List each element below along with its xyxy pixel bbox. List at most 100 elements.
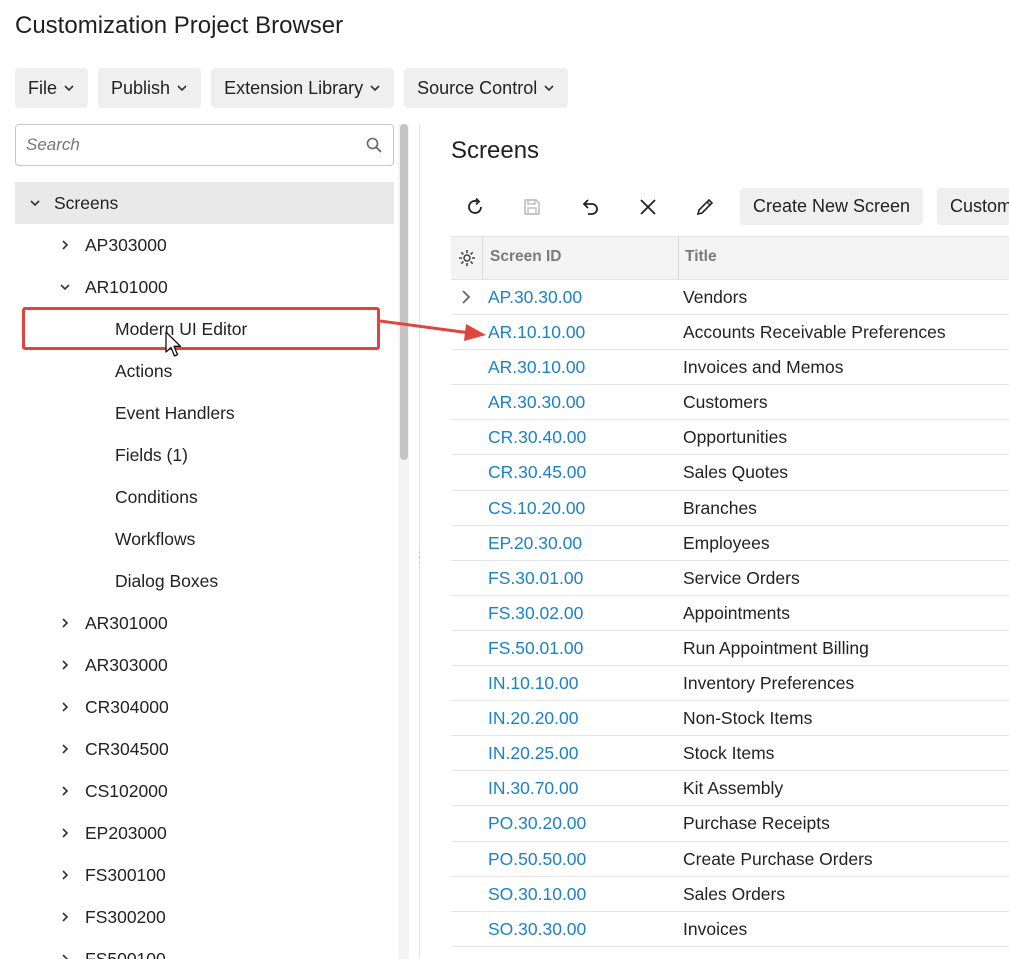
tree-node-label: FS300100 <box>85 864 166 885</box>
source-control-menu-button[interactable]: Source Control <box>404 68 569 108</box>
tree-node-cr304000[interactable]: CR304000 <box>15 686 394 728</box>
screen-title: Opportunities <box>683 427 788 448</box>
screen-id-link[interactable]: AP.30.30.00 <box>488 287 582 308</box>
extension-library-menu-label: Extension Library <box>224 77 364 98</box>
chevron-right-icon[interactable] <box>58 742 72 756</box>
screen-id-link[interactable]: PO.50.50.00 <box>488 849 586 870</box>
tree-node-ar303000[interactable]: AR303000 <box>15 644 394 686</box>
search-input[interactable] <box>26 135 365 155</box>
tree-node-ar101000[interactable]: AR101000 <box>15 266 394 308</box>
screen-id-link[interactable]: SO.30.30.00 <box>488 919 586 940</box>
table-row[interactable]: CR.30.40.00 Opportunities <box>451 420 1009 456</box>
table-row[interactable]: IN.10.10.00 Inventory Preferences <box>451 666 1009 702</box>
edit-button[interactable] <box>686 188 724 226</box>
chevron-right-icon[interactable] <box>58 826 72 840</box>
tree-node-actions[interactable]: Actions <box>15 350 394 392</box>
screen-id-link[interactable]: IN.10.10.00 <box>488 673 578 694</box>
tree-node-screens[interactable]: Screens <box>15 182 394 224</box>
table-row[interactable]: SO.30.10.00 Sales Orders <box>451 877 1009 912</box>
table-row[interactable]: FS.30.01.00 Service Orders <box>451 561 1009 596</box>
table-row[interactable]: AP.30.30.00 Vendors <box>451 280 1009 316</box>
screen-id-link[interactable]: IN.20.25.00 <box>488 743 578 764</box>
splitter-handle[interactable]: · · · <box>417 548 422 570</box>
chevron-right-icon[interactable] <box>58 784 72 798</box>
table-row[interactable]: FS.30.02.00 Appointments <box>451 596 1009 631</box>
screen-title: Invoices and Memos <box>683 357 844 378</box>
file-menu-button[interactable]: File <box>15 68 89 108</box>
undo-button[interactable] <box>571 188 609 226</box>
column-header-title[interactable]: Title <box>685 248 717 266</box>
extension-library-menu-button[interactable]: Extension Library <box>211 68 395 108</box>
table-row[interactable]: IN.20.20.00 Non-Stock Items <box>451 701 1009 737</box>
screen-id-link[interactable]: FS.50.01.00 <box>488 638 583 659</box>
chevron-right-icon[interactable] <box>58 700 72 714</box>
tree-node-ar301000[interactable]: AR301000 <box>15 602 394 644</box>
screen-id-link[interactable]: FS.30.02.00 <box>488 603 583 624</box>
create-new-screen-button[interactable]: Create New Screen <box>740 188 924 225</box>
publish-menu-button[interactable]: Publish <box>98 68 202 108</box>
tree-node-event-handlers[interactable]: Event Handlers <box>15 392 394 434</box>
refresh-icon <box>468 197 482 214</box>
table-row[interactable]: CS.10.20.00 Branches <box>451 491 1009 526</box>
column-header-screen-id[interactable]: Screen ID <box>490 248 562 266</box>
screen-title: Non-Stock Items <box>683 708 813 729</box>
table-row[interactable]: IN.30.70.00 Kit Assembly <box>451 771 1009 807</box>
save-button[interactable] <box>513 188 551 226</box>
tree-node-fields[interactable]: Fields (1) <box>15 434 394 476</box>
screen-title: Inventory Preferences <box>683 673 855 694</box>
tree-node-dialog-boxes[interactable]: Dialog Boxes <box>15 560 394 602</box>
tree-scrollbar-thumb[interactable] <box>400 124 408 460</box>
chevron-right-icon[interactable] <box>58 238 72 252</box>
table-row[interactable]: SO.30.30.00 Invoices <box>451 912 1009 947</box>
chevron-right-icon[interactable] <box>58 952 72 959</box>
screen-id-link[interactable]: FS.30.01.00 <box>488 568 583 589</box>
table-row[interactable]: PO.50.50.00 Create Purchase Orders <box>451 842 1009 877</box>
table-row[interactable]: AR.30.10.00 Invoices and Memos <box>451 350 1009 386</box>
column-settings-button[interactable] <box>451 237 482 279</box>
chevron-right-icon[interactable] <box>458 289 474 305</box>
table-row[interactable]: AR.30.30.00 Customers <box>451 385 1009 421</box>
table-row[interactable]: CR.30.45.00 Sales Quotes <box>451 455 1009 491</box>
screen-id-link[interactable]: CR.30.40.00 <box>488 427 586 448</box>
screens-panel-title: Screens <box>451 137 540 164</box>
tree-node-ep203000[interactable]: EP203000 <box>15 812 394 854</box>
tree-node-label: AR301000 <box>85 612 168 633</box>
table-row[interactable]: PO.30.20.00 Purchase Receipts <box>451 806 1009 842</box>
screen-id-link[interactable]: EP.20.30.00 <box>488 533 582 554</box>
refresh-button[interactable] <box>456 188 494 226</box>
screen-id-link[interactable]: CS.10.20.00 <box>488 498 585 519</box>
chevron-right-icon[interactable] <box>58 910 72 924</box>
screen-id-link[interactable]: IN.30.70.00 <box>488 778 578 799</box>
screen-id-link[interactable]: SO.30.10.00 <box>488 884 586 905</box>
screen-id-link[interactable]: AR.30.10.00 <box>488 357 585 378</box>
chevron-right-icon[interactable] <box>58 616 72 630</box>
chevron-right-icon[interactable] <box>58 658 72 672</box>
delete-button[interactable] <box>629 188 667 226</box>
screen-id-link[interactable]: IN.20.20.00 <box>488 708 578 729</box>
tree-node-fs300200[interactable]: FS300200 <box>15 896 394 938</box>
tree-node-label: AR303000 <box>85 654 168 675</box>
tree-node-fs300100[interactable]: FS300100 <box>15 854 394 896</box>
table-row[interactable]: IN.20.25.00 Stock Items <box>451 736 1009 772</box>
tree-node-fs500100[interactable]: FS500100 <box>15 938 394 959</box>
screens-grid: Screen ID Title AP.30.30.00 Vendors AR.1… <box>451 236 1009 947</box>
table-row[interactable]: EP.20.30.00 Employees <box>451 526 1009 561</box>
screen-id-link[interactable]: CR.30.45.00 <box>488 462 586 483</box>
screen-id-link[interactable]: AR.30.30.00 <box>488 392 585 413</box>
search-icon[interactable] <box>365 136 383 154</box>
file-menu-label: File <box>28 77 58 98</box>
screen-id-link[interactable]: AR.10.10.00 <box>488 322 585 343</box>
table-row[interactable]: FS.50.01.00 Run Appointment Billing <box>451 631 1009 667</box>
tree-node-cr304500[interactable]: CR304500 <box>15 728 394 770</box>
tree-node-ap303000[interactable]: AP303000 <box>15 224 394 266</box>
chevron-down-icon[interactable] <box>28 196 42 210</box>
customize-button[interactable]: Customize <box>937 188 1009 225</box>
screen-id-link[interactable]: PO.30.20.00 <box>488 813 586 834</box>
tree-node-workflows[interactable]: Workflows <box>15 518 394 560</box>
table-row[interactable]: AR.10.10.00 Accounts Receivable Preferen… <box>451 315 1009 351</box>
tree-node-cs102000[interactable]: CS102000 <box>15 770 394 812</box>
chevron-right-icon[interactable] <box>58 868 72 882</box>
chevron-down-icon[interactable] <box>58 280 72 294</box>
panel-splitter[interactable] <box>419 124 420 959</box>
tree-node-conditions[interactable]: Conditions <box>15 476 394 518</box>
